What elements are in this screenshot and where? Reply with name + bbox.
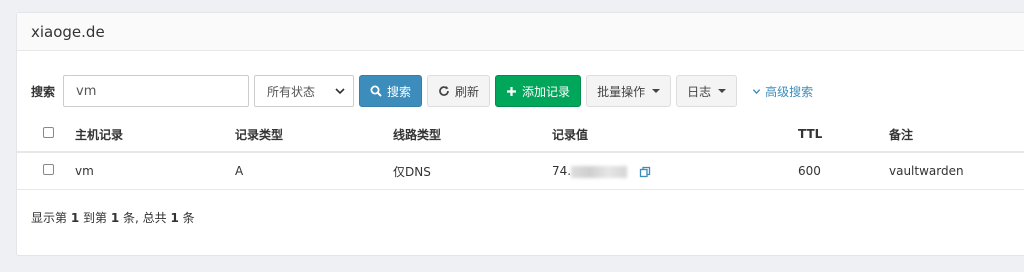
search-input[interactable] bbox=[63, 75, 250, 107]
pagination-mid: 到第 bbox=[79, 211, 111, 225]
batch-actions-label: 批量操作 bbox=[597, 84, 646, 99]
log-button-label: 日志 bbox=[687, 84, 712, 99]
add-record-button-label: 添加记录 bbox=[522, 84, 571, 99]
status-select-value: 所有状态 bbox=[267, 84, 316, 99]
pagination-from: 1 bbox=[70, 211, 80, 225]
domain-title: xiaoge.de bbox=[31, 22, 105, 41]
chevron-down-icon bbox=[335, 88, 345, 95]
toolbar: 搜索 所有状态 搜索 刷新 添加记录 批量操作 日志 高级搜索 bbox=[17, 74, 1024, 108]
cell-value: 74. bbox=[552, 152, 798, 190]
cell-remark: vaultwarden bbox=[889, 152, 1024, 190]
header-host[interactable]: 主机记录 bbox=[75, 117, 235, 153]
batch-actions-button[interactable]: 批量操作 bbox=[586, 75, 672, 107]
caret-down-icon bbox=[718, 89, 727, 93]
add-record-button[interactable]: 添加记录 bbox=[495, 75, 582, 107]
table-header-row: 主机记录 记录类型 线路类型 记录值 TTL 备注 bbox=[17, 117, 1024, 153]
pagination-prefix: 显示第 bbox=[31, 211, 71, 225]
header-value[interactable]: 记录值 bbox=[552, 117, 798, 153]
panel-header: xiaoge.de bbox=[17, 13, 1024, 51]
search-label: 搜索 bbox=[31, 84, 56, 99]
refresh-icon bbox=[439, 86, 449, 96]
log-button[interactable]: 日志 bbox=[676, 75, 738, 107]
cell-host: vm bbox=[75, 152, 235, 190]
pagination-mid2: 条, 总共 bbox=[119, 211, 171, 225]
header-line[interactable]: 线路类型 bbox=[393, 117, 552, 153]
cell-line: 仅DNS bbox=[393, 152, 552, 190]
record-value-text: 74. bbox=[552, 164, 572, 178]
cell-type: A bbox=[235, 152, 393, 190]
plus-icon bbox=[507, 86, 517, 96]
header-type[interactable]: 记录类型 bbox=[235, 117, 393, 153]
header-ttl[interactable]: TTL bbox=[798, 117, 889, 153]
redacted-value bbox=[571, 165, 628, 178]
search-button[interactable]: 搜索 bbox=[359, 75, 423, 107]
status-select[interactable]: 所有状态 bbox=[254, 75, 355, 107]
refresh-button-label: 刷新 bbox=[455, 84, 480, 99]
select-all-checkbox[interactable] bbox=[43, 127, 54, 138]
cell-ttl: 600 bbox=[798, 152, 889, 190]
pagination-info: 显示第 1 到第 1 条, 总共 1 条 bbox=[31, 209, 195, 226]
copy-icon[interactable] bbox=[639, 166, 651, 178]
advanced-search-label: 高级搜索 bbox=[765, 84, 814, 99]
row-checkbox[interactable] bbox=[43, 164, 54, 175]
pagination-total: 1 bbox=[170, 211, 179, 225]
search-icon bbox=[370, 85, 382, 97]
chevron-down-icon bbox=[752, 88, 761, 94]
pagination-to: 1 bbox=[110, 211, 120, 225]
header-remark[interactable]: 备注 bbox=[889, 117, 1024, 153]
records-table: 主机记录 记录类型 线路类型 记录值 TTL 备注 vm A 仅DNS 74. … bbox=[17, 117, 1024, 190]
records-panel: xiaoge.de 搜索 所有状态 搜索 刷新 添加记录 批量操作 日志 bbox=[16, 12, 1024, 256]
pagination-suffix: 条 bbox=[178, 211, 195, 225]
table-row[interactable]: vm A 仅DNS 74. 600 vaultwarden bbox=[17, 152, 1024, 190]
refresh-button[interactable]: 刷新 bbox=[427, 75, 491, 107]
search-button-label: 搜索 bbox=[387, 84, 412, 99]
advanced-search-link[interactable]: 高级搜索 bbox=[752, 83, 813, 100]
caret-down-icon bbox=[652, 89, 661, 93]
